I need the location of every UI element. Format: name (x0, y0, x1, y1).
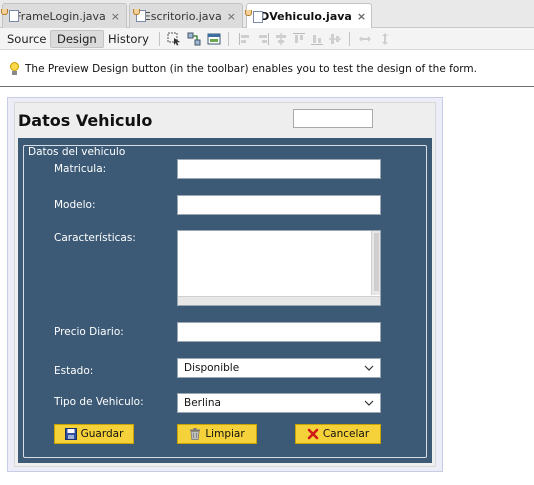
center-vertical-icon[interactable] (328, 32, 342, 46)
connection-mode-icon[interactable] (187, 32, 201, 46)
info-message: The Preview Design button (in the toolba… (25, 63, 477, 75)
toolbar-separator (159, 32, 160, 46)
tipo-selected: Berlina (184, 397, 221, 409)
design-view-button[interactable]: Design (50, 30, 104, 48)
info-bar: The Preview Design button (in the toolba… (0, 55, 534, 83)
vehicle-fieldset: Datos del vehiculo Matricula: Modelo: Ca… (23, 145, 427, 458)
matricula-field[interactable] (177, 159, 381, 179)
same-height-icon[interactable] (378, 32, 392, 46)
toolbar-separator (228, 32, 229, 46)
trash-icon (190, 428, 201, 440)
chevron-down-icon (364, 400, 374, 406)
editor-toolbar: Source Design History (0, 28, 534, 50)
guardar-label: Guardar (80, 428, 124, 440)
caracteristicas-label: Características: (54, 232, 136, 244)
align-right-icon[interactable] (256, 32, 270, 46)
limpiar-button[interactable]: Limpiar (177, 424, 257, 444)
cancelar-label: Cancelar (322, 428, 370, 440)
lightbulb-icon (9, 62, 20, 76)
cancelar-button[interactable]: Cancelar (295, 424, 381, 444)
preview-design-icon[interactable] (207, 32, 221, 46)
modelo-field[interactable] (177, 195, 381, 215)
form-title: Datos Vehiculo (18, 111, 153, 130)
tipo-select[interactable]: Berlina (177, 393, 381, 413)
tab-label: JDVehiculo.java (256, 10, 352, 23)
header-text-field[interactable] (293, 109, 373, 128)
tab-label: Escritorio.java (143, 9, 222, 23)
modelo-label: Modelo: (54, 199, 96, 211)
close-icon[interactable]: × (357, 10, 366, 23)
vertical-scrollbar[interactable] (371, 231, 380, 295)
floppy-disk-icon (64, 428, 77, 440)
java-file-icon (132, 9, 146, 23)
editor-tab-strip: JFrameLogin.java × Escritorio.java × JDV… (0, 0, 534, 29)
precio-field[interactable] (177, 322, 381, 342)
selection-mode-icon[interactable] (167, 32, 181, 46)
guardar-button[interactable]: Guardar (54, 424, 134, 444)
align-left-icon[interactable] (238, 32, 252, 46)
horizontal-scrollbar[interactable] (178, 296, 380, 305)
tab-jframelogin[interactable]: JFrameLogin.java × (1, 3, 127, 28)
close-x-icon (307, 428, 319, 440)
estado-selected: Disponible (184, 362, 240, 374)
tipo-label: Tipo de Vehiculo: (54, 396, 144, 408)
limpiar-label: Limpiar (205, 428, 245, 440)
close-icon[interactable]: × (111, 10, 120, 23)
caracteristicas-textarea[interactable] (177, 230, 381, 306)
close-icon[interactable]: × (227, 10, 236, 23)
same-width-icon[interactable] (358, 32, 372, 46)
estado-label: Estado: (54, 365, 94, 377)
design-canvas: Datos Vehiculo Datos del vehiculo Matric… (7, 97, 443, 472)
source-view-button[interactable]: Source (1, 30, 53, 48)
divider (0, 86, 534, 87)
tab-escritorio[interactable]: Escritorio.java × (129, 3, 243, 28)
tab-label: JFrameLogin.java (12, 9, 106, 23)
toolbar-separator (349, 32, 350, 46)
tab-jdvehiculo[interactable]: JDVehiculo.java × (245, 3, 372, 29)
precio-label: Precio Diario: (54, 326, 124, 338)
matricula-label: Matricula: (54, 163, 107, 175)
chevron-down-icon (364, 365, 374, 371)
align-top-icon[interactable] (292, 32, 306, 46)
center-horizontal-icon[interactable] (274, 32, 288, 46)
vehicle-panel: Datos del vehiculo Matricula: Modelo: Ca… (18, 138, 432, 463)
align-bottom-icon[interactable] (310, 32, 324, 46)
fieldset-legend: Datos del vehiculo (26, 146, 128, 158)
form-preview: Datos Vehiculo Datos del vehiculo Matric… (14, 102, 436, 467)
history-view-button[interactable]: History (102, 30, 155, 48)
estado-select[interactable]: Disponible (177, 358, 381, 378)
